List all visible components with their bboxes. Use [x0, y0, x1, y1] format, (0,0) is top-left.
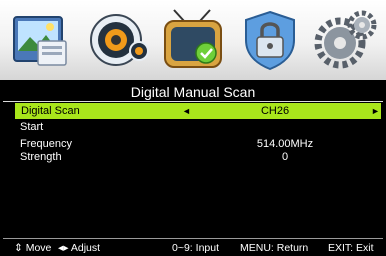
left-arrow-icon[interactable]: ◄ [182, 103, 191, 119]
return-hint: MENU: Return [240, 242, 309, 254]
title-divider [3, 101, 383, 102]
strength-row: Strength 0 [0, 149, 386, 165]
footer-hints: ⇕ Move ◂▸ Adjust 0~9: Input MENU: Return… [0, 240, 386, 256]
menu-title: Digital Manual Scan [130, 84, 256, 100]
lock-icon[interactable] [237, 7, 303, 73]
strength-value: 0 [281, 151, 289, 163]
digital-scan-label: Digital Scan [21, 105, 80, 117]
adjust-hint: ◂▸ Adjust [58, 242, 101, 254]
move-hint: ⇕ Move [14, 242, 52, 254]
tv-menu-screen: Digital Manual Scan Digital Scan ◄ CH26 … [0, 0, 386, 256]
start-row[interactable]: Start [0, 119, 386, 135]
digital-scan-row[interactable]: Digital Scan ◄ CH26 ► [15, 103, 381, 119]
strength-label: Strength [20, 151, 62, 163]
input-hint: 0~9: Input [172, 242, 219, 254]
start-label: Start [20, 121, 44, 133]
setup-gear-icon[interactable] [313, 7, 379, 73]
picture-icon[interactable] [8, 7, 74, 73]
menu-icon-bar [0, 0, 386, 80]
footer-divider [3, 238, 383, 239]
exit-hint: EXIT: Exit [328, 242, 374, 254]
right-arrow-icon[interactable]: ► [371, 103, 380, 119]
sound-icon[interactable] [86, 7, 152, 73]
channel-tv-icon[interactable] [160, 7, 226, 73]
channel-value: CH26 [260, 105, 290, 117]
